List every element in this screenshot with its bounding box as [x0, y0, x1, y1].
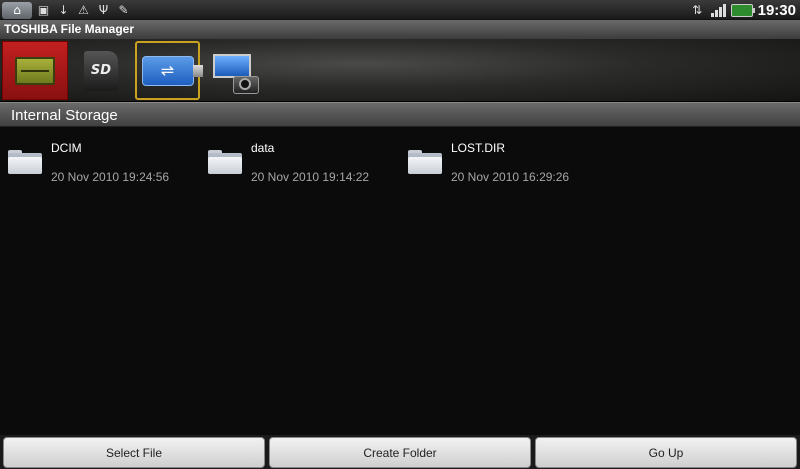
download-icon: ↓	[58, 3, 69, 17]
sd-card-label: SD	[90, 63, 112, 78]
signal-icon	[710, 3, 726, 17]
file-date: 20 Nov 2010 16:29:26	[451, 170, 570, 184]
storage-source-toolbar: SD ⇌	[0, 39, 800, 101]
create-folder-button[interactable]: Create Folder	[269, 437, 531, 468]
clock: 19:30	[757, 1, 796, 19]
photo-camera-icon	[213, 53, 259, 94]
location-header: Internal Storage	[0, 102, 800, 127]
notification-icons: ⌂ ▣ ↓ ⚠ Ψ ✎	[2, 1, 132, 19]
folder-item-lost-dir[interactable]: LOST.DIR 20 Nov 2010 16:29:26	[400, 137, 600, 197]
battery-icon	[730, 3, 755, 17]
home-icon[interactable]: ⌂	[2, 1, 32, 19]
select-file-button[interactable]: Select File	[3, 437, 265, 468]
debug-icon: ✎	[118, 3, 129, 17]
file-list: DCIM 20 Nov 2010 19:24:56 data 20 Nov 20…	[0, 127, 800, 435]
usb-icon: ⇌	[141, 55, 203, 86]
location-title: Internal Storage	[11, 107, 118, 124]
file-date: 20 Nov 2010 19:24:56	[51, 170, 170, 184]
folder-icon	[208, 150, 242, 174]
internal-memory-icon	[15, 56, 55, 85]
folder-item-dcim[interactable]: DCIM 20 Nov 2010 19:24:56	[0, 137, 200, 197]
warning-icon: ⚠	[78, 3, 89, 17]
app-icon: ▣	[37, 3, 50, 17]
file-name: data	[251, 141, 275, 155]
usb-icon: Ψ	[98, 3, 109, 17]
file-name: LOST.DIR	[451, 141, 506, 155]
app-title: TOSHIBA File Manager	[4, 22, 135, 36]
system-icons: ⇅ 19:30	[689, 0, 796, 20]
folder-item-data[interactable]: data 20 Nov 2010 19:14:22	[200, 137, 400, 197]
folder-icon	[408, 150, 442, 174]
media-gallery-button[interactable]	[202, 41, 268, 100]
go-up-button[interactable]: Go Up	[535, 437, 797, 468]
folder-icon	[8, 150, 42, 174]
internal-storage-button[interactable]	[2, 41, 68, 100]
sd-card-icon: SD	[84, 50, 118, 91]
data-sync-icon: ⇅	[692, 3, 703, 17]
status-bar: ⌂ ▣ ↓ ⚠ Ψ ✎ ⇅ 19:30	[0, 0, 800, 20]
app-title-bar: TOSHIBA File Manager	[0, 20, 800, 39]
file-date: 20 Nov 2010 19:14:22	[251, 170, 370, 184]
usb-storage-button[interactable]: ⇌	[135, 41, 203, 100]
action-bar: Select File Create Folder Go Up	[0, 435, 800, 469]
file-name: DCIM	[51, 141, 82, 155]
sd-card-button[interactable]: SD	[68, 41, 134, 100]
